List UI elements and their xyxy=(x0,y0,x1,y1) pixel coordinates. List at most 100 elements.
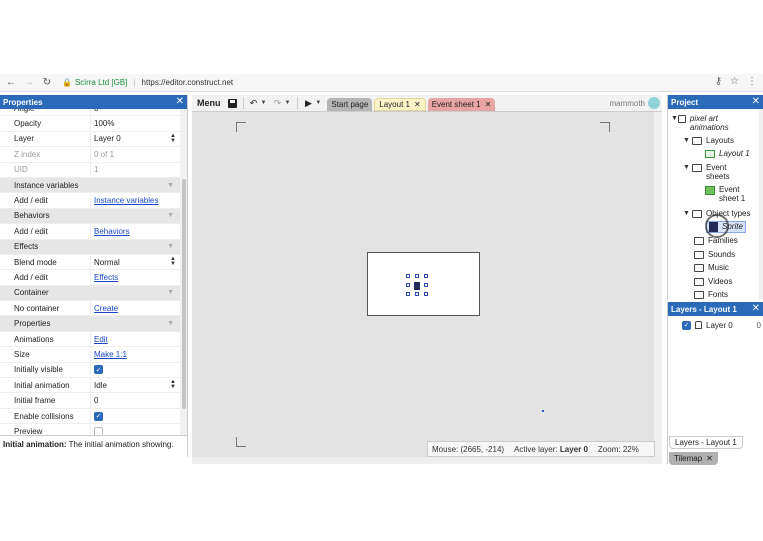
more-icon[interactable]: ⋮ xyxy=(747,76,757,87)
property-section[interactable]: Effects ▼ xyxy=(0,239,180,255)
property-value[interactable]: 1 xyxy=(90,162,180,177)
resize-handle[interactable] xyxy=(424,292,428,296)
property-section[interactable]: Properties ▼ xyxy=(0,316,180,332)
resize-handle[interactable] xyxy=(406,274,410,278)
resize-handle[interactable] xyxy=(406,283,410,287)
property-select[interactable]: Idle ▲ ▼ xyxy=(90,378,180,393)
resize-handle[interactable] xyxy=(406,292,410,296)
property-section[interactable]: Instance variables ▼ xyxy=(0,177,180,194)
viewport-corner xyxy=(600,122,610,132)
property-label: No container xyxy=(14,303,60,313)
property-checkbox[interactable] xyxy=(94,426,103,435)
expand-icon[interactable]: ▼ xyxy=(683,163,692,172)
scroll-thumb[interactable] xyxy=(182,179,186,409)
property-section[interactable]: Container ▼ xyxy=(0,285,180,302)
undo-dropdown-icon[interactable]: ▼ xyxy=(261,100,267,106)
property-select[interactable]: Normal ▲ ▼ xyxy=(90,254,180,270)
play-dropdown-icon[interactable]: ▼ xyxy=(315,100,321,106)
close-icon[interactable]: ✕ xyxy=(176,95,184,109)
property-link[interactable]: Edit xyxy=(94,335,108,344)
undo-icon[interactable]: ↶ xyxy=(247,98,261,109)
resize-handle[interactable] xyxy=(424,283,428,287)
collapse-icon[interactable]: ▼ xyxy=(167,182,174,189)
collapse-icon[interactable]: ▼ xyxy=(167,212,174,219)
close-icon[interactable]: ✕ xyxy=(414,100,421,109)
play-icon[interactable]: ▶ xyxy=(301,98,315,109)
close-icon[interactable]: ✕ xyxy=(752,95,760,109)
forward-icon[interactable]: → xyxy=(22,76,36,90)
layout-area[interactable] xyxy=(367,252,480,316)
sprite-graphic[interactable] xyxy=(414,282,420,290)
collapse-icon[interactable]: ▼ xyxy=(167,320,174,327)
redo-dropdown-icon[interactable]: ▼ xyxy=(284,100,290,106)
key-icon[interactable]: ⚷ xyxy=(715,76,722,87)
resize-handle[interactable] xyxy=(415,274,419,278)
property-value[interactable]: 100% xyxy=(90,116,180,131)
menu-button[interactable]: Menu xyxy=(192,98,226,108)
close-icon[interactable]: ✕ xyxy=(706,454,713,463)
canvas-horizontal-scrollbar[interactable] xyxy=(192,457,662,464)
property-value[interactable]: 0 xyxy=(90,393,180,408)
close-icon[interactable]: ✕ xyxy=(485,100,492,109)
property-checkbox[interactable]: ✓ xyxy=(94,411,103,421)
property-link-cell: Instance variables xyxy=(90,193,180,208)
property-link[interactable]: Behaviors xyxy=(94,227,130,236)
property-checkbox[interactable]: ✓ xyxy=(94,365,103,375)
tab-layers[interactable]: Layers - Layout 1 xyxy=(669,436,743,449)
sprite-instance[interactable] xyxy=(406,274,428,296)
properties-scrollbar[interactable] xyxy=(180,109,187,435)
save-icon[interactable] xyxy=(226,98,240,108)
property-section[interactable]: Behaviors ▼ xyxy=(0,208,180,225)
tree-item-sounds[interactable]: Sounds xyxy=(694,250,735,259)
tab-start-page[interactable]: Start page xyxy=(327,97,373,111)
property-value[interactable]: 0 of 1 xyxy=(90,147,180,162)
property-link[interactable]: Effects xyxy=(94,273,118,282)
tree-item-layout-1[interactable]: Layout 1 xyxy=(705,149,750,158)
tab-tilemap[interactable]: Tilemap ✕ xyxy=(669,452,718,465)
collapse-icon[interactable]: ▼ xyxy=(167,289,174,296)
address-bar[interactable]: 🔒 Scirra Ltd [GB] | https://editor.const… xyxy=(62,76,233,90)
reload-icon[interactable]: ↻ xyxy=(40,76,54,90)
star-icon[interactable]: ☆ xyxy=(730,76,739,87)
resize-handle[interactable] xyxy=(424,274,428,278)
layer-visible-checkbox[interactable]: ✓ xyxy=(682,320,691,330)
redo-icon[interactable]: ↷ xyxy=(270,98,284,109)
expand-icon[interactable]: ▼ xyxy=(671,114,678,123)
lock-icon[interactable] xyxy=(695,321,702,329)
property-link[interactable]: Instance variables xyxy=(94,196,158,205)
resize-handle[interactable] xyxy=(415,292,419,296)
section-label: Container xyxy=(14,288,49,298)
layout-canvas[interactable] xyxy=(192,112,654,457)
tab-layout-1[interactable]: Layout 1 ✕ xyxy=(374,97,426,111)
tree-item-fonts[interactable]: Fonts xyxy=(694,290,728,299)
back-icon[interactable]: ← xyxy=(4,76,18,90)
property-select[interactable]: Layer 0 ▲ ▼ xyxy=(90,131,180,147)
property-link[interactable]: Make 1:1 xyxy=(94,350,127,359)
viewport-corner xyxy=(236,122,246,132)
property-value[interactable]: 0 xyxy=(90,109,180,116)
layers-header: Layers - Layout 1 ✕ xyxy=(668,302,763,316)
tree-item-music[interactable]: Music xyxy=(694,263,729,272)
property-row: Initial animation Idle ▲ ▼ xyxy=(0,378,180,394)
project-scrollbar[interactable] xyxy=(759,109,763,299)
user-menu[interactable]: mammoth xyxy=(609,97,660,109)
canvas-vertical-scrollbar[interactable] xyxy=(654,112,662,457)
tree-item-event-sheet-1[interactable]: Event sheet 1 xyxy=(705,185,757,203)
url-text[interactable]: https://editor.construct.net xyxy=(142,78,234,87)
tree-item-event-sheets[interactable]: ▼ Event sheets xyxy=(683,163,743,181)
layer-row[interactable]: ✓ Layer 0 0 xyxy=(668,318,763,332)
tree-item-layouts[interactable]: ▼ Layouts xyxy=(683,136,734,145)
expand-icon[interactable]: ▼ xyxy=(683,136,692,145)
avatar[interactable] xyxy=(648,97,660,109)
tree-item-videos[interactable]: Videos xyxy=(694,277,732,286)
property-label: Z index xyxy=(14,149,41,159)
tree-label: Videos xyxy=(708,277,733,286)
close-icon[interactable]: ✕ xyxy=(752,302,760,316)
active-layer: Active layer: Layer 0 xyxy=(514,445,588,454)
expand-icon[interactable]: ▼ xyxy=(683,209,692,218)
property-link-cell: Edit xyxy=(90,331,180,347)
collapse-icon[interactable]: ▼ xyxy=(167,243,174,250)
tree-root[interactable]: ▼ pixel art animations xyxy=(671,114,741,132)
property-link[interactable]: Create xyxy=(94,304,118,313)
tab-event-sheet-1[interactable]: Event sheet 1 ✕ xyxy=(427,97,496,111)
